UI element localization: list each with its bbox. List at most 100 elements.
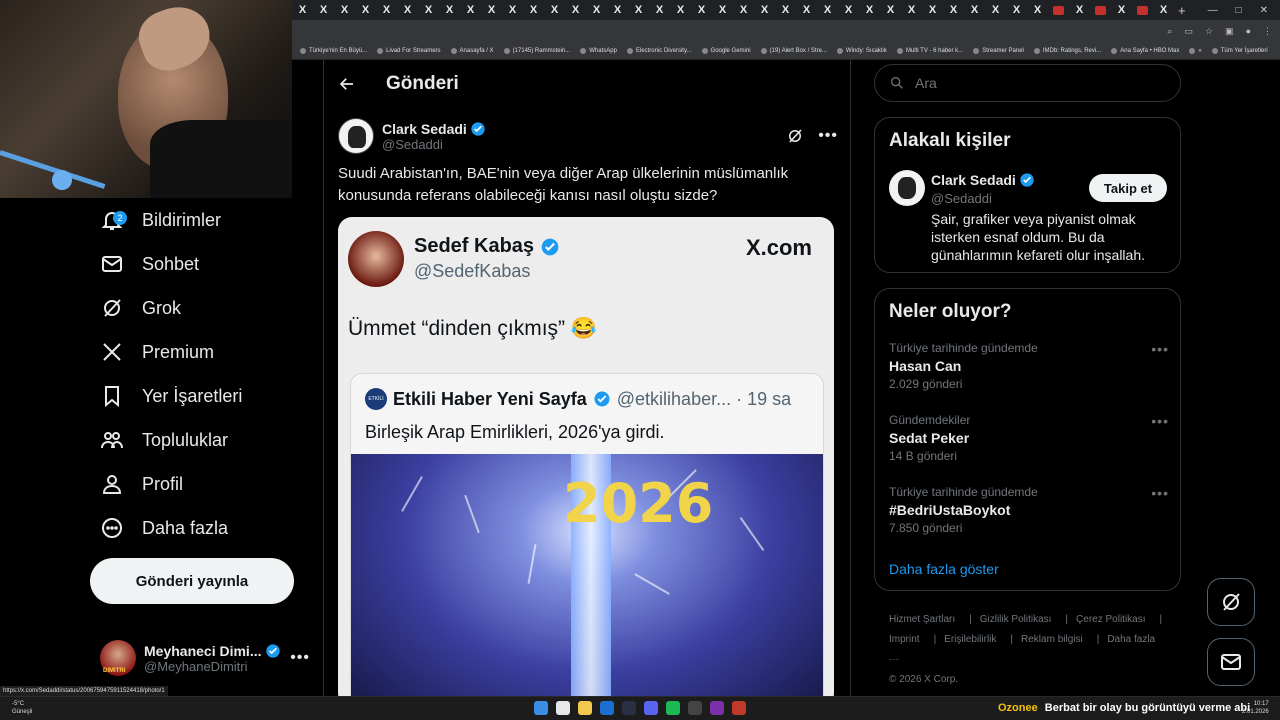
search-icon[interactable] — [556, 701, 570, 715]
author-name[interactable]: Clark Sedadi — [382, 121, 467, 137]
new-tab-button[interactable]: + — [1178, 3, 1186, 18]
browser-tab[interactable]: X — [586, 0, 607, 20]
post-button[interactable]: Gönderi yayınla — [90, 558, 294, 604]
bookmark-item[interactable]: Tüm Yer İşaretleri — [1211, 47, 1268, 54]
grok-fab[interactable] — [1207, 578, 1255, 626]
browser-tab[interactable]: X — [1111, 0, 1132, 20]
footer-link[interactable]: Reklam bilgisi — [1021, 634, 1083, 645]
browser-tab[interactable]: X — [502, 0, 523, 20]
nav-chat[interactable]: Sohbet — [100, 242, 199, 286]
bookmark-item[interactable]: WhatsApp — [580, 47, 617, 54]
browser-tab[interactable]: X — [901, 0, 922, 20]
more-dots-icon[interactable]: ••• — [1151, 413, 1169, 429]
trend-item[interactable]: Türkiye tarihinde gündemde Hasan Can 2.0… — [889, 341, 1169, 391]
browser-tab[interactable]: X — [292, 0, 313, 20]
footer-link[interactable]: Gizlilik Politikası — [980, 614, 1052, 625]
browser-tab[interactable]: X — [775, 0, 796, 20]
account-switcher[interactable]: DIMITRI Meyhaneci Dimi... @MeyhaneDimitr… — [100, 636, 310, 680]
youtube-tab-icon[interactable] — [1137, 5, 1148, 15]
cast-icon[interactable]: ▭ — [1184, 26, 1193, 37]
browser-tab[interactable]: X — [712, 0, 733, 20]
nav-profile[interactable]: Profil — [100, 462, 183, 506]
weather-widget[interactable]: -5°C Güneşli — [12, 700, 32, 716]
nav-more[interactable]: Daha fazla — [100, 506, 228, 550]
app-icon[interactable] — [710, 701, 724, 715]
browser-tab[interactable]: X — [880, 0, 901, 20]
bookmark-item[interactable]: (19) Alert Box / Stre... — [760, 47, 827, 54]
nav-communities[interactable]: Topluluklar — [100, 418, 228, 462]
browser-tab[interactable]: X — [838, 0, 859, 20]
browser-tab[interactable]: X — [817, 0, 838, 20]
chrome-icon[interactable] — [600, 701, 614, 715]
browser-tab[interactable]: X — [481, 0, 502, 20]
discord-icon[interactable] — [644, 701, 658, 715]
browser-tab[interactable]: X — [544, 0, 565, 20]
browser-tab[interactable]: X — [628, 0, 649, 20]
trend-item[interactable]: Türkiye tarihinde gündemde #BedriUstaBoy… — [889, 485, 1169, 535]
browser-tab[interactable]: X — [460, 0, 481, 20]
browser-tab[interactable]: X — [859, 0, 880, 20]
nav-notifications[interactable]: 2 Bildirimler — [100, 198, 221, 242]
browser-tab[interactable]: X — [649, 0, 670, 20]
browser-tab[interactable]: X — [523, 0, 544, 20]
show-more-link[interactable]: Daha fazla göster — [889, 561, 999, 577]
avatar[interactable] — [889, 170, 925, 206]
follow-button[interactable]: Takip et — [1089, 174, 1167, 202]
bookmark-item[interactable]: Anasayfa / X — [450, 47, 494, 54]
more-dots-icon[interactable]: ••• — [290, 649, 310, 667]
maximize-button[interactable]: □ — [1236, 5, 1242, 16]
bookmark-item[interactable]: Türkiye'nin En Büyü... — [300, 47, 367, 54]
browser-tab[interactable]: X — [418, 0, 439, 20]
bookmark-item[interactable]: IMDb: Ratings, Revi... — [1033, 47, 1101, 54]
minimize-button[interactable]: — — [1208, 5, 1218, 16]
browser-tab[interactable]: X — [1153, 0, 1174, 20]
bookmark-item[interactable]: Google Gemini — [701, 47, 751, 54]
app-icon[interactable] — [732, 701, 746, 715]
steam-icon[interactable] — [622, 701, 636, 715]
youtube-tab-icon[interactable] — [1053, 5, 1064, 15]
trend-item[interactable]: Gündemdekiler Sedat Peker 14 B gönderi •… — [889, 413, 1169, 463]
back-arrow-icon[interactable] — [338, 75, 356, 93]
footer-link[interactable]: Erişilebilirlik — [944, 634, 996, 645]
footer-link[interactable]: Hizmet Şartları — [889, 614, 955, 625]
bookmark-item[interactable]: (17145) Rammstein... — [503, 47, 570, 54]
browser-tab[interactable]: X — [1069, 0, 1090, 20]
more-dots-icon[interactable]: ••• — [1151, 341, 1169, 357]
browser-tab[interactable]: X — [313, 0, 334, 20]
star-icon[interactable]: ☆ — [1205, 26, 1213, 37]
browser-tab[interactable]: X — [439, 0, 460, 20]
search-input[interactable]: Ara — [874, 64, 1181, 102]
browser-tab[interactable]: X — [733, 0, 754, 20]
menu-icon[interactable]: ⋮ — [1263, 26, 1272, 37]
footer-link[interactable]: Çerez Politikası — [1076, 614, 1145, 625]
browser-tab[interactable]: X — [1027, 0, 1048, 20]
related-name[interactable]: Clark Sedadi — [931, 172, 1016, 188]
zoom-icon[interactable]: ⌕ — [1167, 26, 1172, 37]
browser-tab[interactable]: X — [754, 0, 775, 20]
nav-grok[interactable]: Grok — [100, 286, 181, 330]
grok-icon[interactable] — [786, 127, 804, 145]
browser-tab[interactable]: X — [607, 0, 628, 20]
extensions-icon[interactable]: ▣ — [1225, 26, 1234, 37]
bookmark-item[interactable]: Electronic Diversity... — [626, 47, 692, 54]
clock[interactable]: 10:17 2.01.2026 — [1242, 700, 1269, 716]
footer-link[interactable]: © 2026 X Corp. — [889, 674, 958, 685]
browser-tab[interactable]: X — [376, 0, 397, 20]
more-dots-icon[interactable]: ••• — [1151, 485, 1169, 501]
author-handle[interactable]: @Sedaddi — [382, 137, 486, 152]
browser-tab[interactable]: X — [334, 0, 355, 20]
profile-icon[interactable]: ● — [1246, 26, 1251, 36]
browser-tab[interactable]: X — [943, 0, 964, 20]
nav-premium[interactable]: Premium — [100, 330, 214, 374]
windows-start-icon[interactable] — [534, 701, 548, 715]
spotify-icon[interactable] — [666, 701, 680, 715]
youtube-tab-icon[interactable] — [1095, 5, 1106, 15]
more-dots-icon[interactable]: ••• — [818, 127, 838, 145]
bookmark-item[interactable]: Streamer Panel — [973, 47, 1024, 54]
browser-tab[interactable]: X — [670, 0, 691, 20]
close-window-button[interactable]: ✕ — [1260, 5, 1268, 16]
tweet-image[interactable]: Sedef Kabaş @SedefKabas X.com Ümmet “din… — [338, 217, 834, 707]
bookmark-item[interactable]: Ana Sayfa • HBO Max — [1111, 47, 1179, 54]
browser-tab[interactable]: X — [565, 0, 586, 20]
browser-tab[interactable]: X — [922, 0, 943, 20]
